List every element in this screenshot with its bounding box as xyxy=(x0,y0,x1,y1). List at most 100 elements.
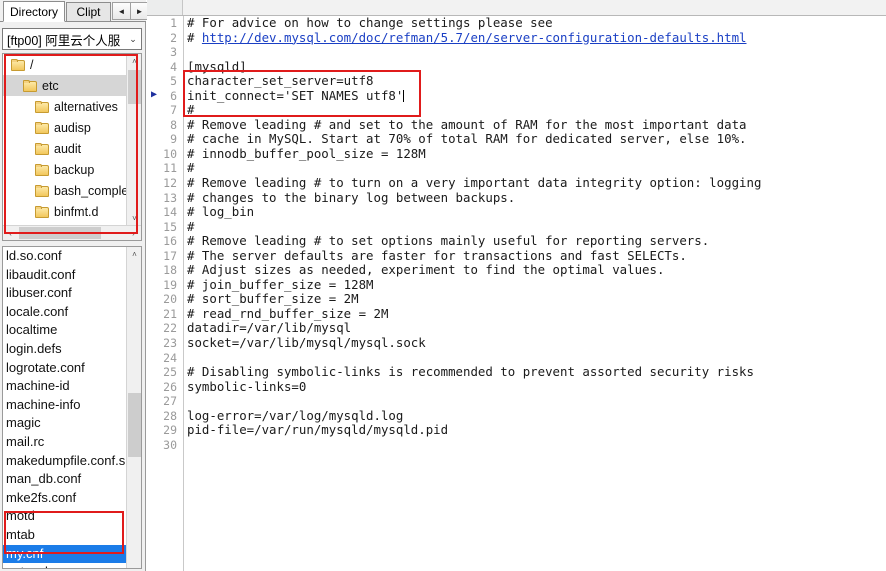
file-list-panel[interactable]: ld.so.conf libaudit.conf libuser.conf local… xyxy=(2,246,142,569)
code-line[interactable]: 2 # http://dev.mysql.com/doc/refman/5.7/e… xyxy=(147,29,886,46)
directory-tree-vertical-scrollbar[interactable]: ˄ ˅ xyxy=(126,54,141,226)
file-list-item[interactable]: magic xyxy=(3,414,127,433)
code-line-text: character_set_server=utf8 xyxy=(187,73,374,89)
file-list-item[interactable]: mtab xyxy=(3,526,127,545)
tree-item[interactable]: backup xyxy=(3,159,127,180)
code-line[interactable]: 1 # For advice on how to change settings … xyxy=(147,16,886,31)
code-line-text: socket=/var/lib/mysql/mysql.sock xyxy=(187,335,426,351)
code-line-text: # cache in MySQL. Start at 70% of total … xyxy=(187,131,747,147)
tree-item[interactable]: etc xyxy=(3,75,127,96)
code-line[interactable]: 19 # join_buffer_size = 128M xyxy=(147,277,886,293)
code-hyperlink[interactable]: http://dev.mysql.com/doc/refman/5.7/en/s… xyxy=(202,30,747,45)
code-line[interactable]: 9 # cache in MySQL. Start at 70% of total… xyxy=(147,132,886,147)
code-line[interactable]: 22 datadir=/var/lib/mysql xyxy=(147,321,886,336)
code-line[interactable]: 5 character_set_server=utf8 xyxy=(147,74,886,89)
code-line[interactable]: 21 # read_rnd_buffer_size = 2M xyxy=(147,305,886,322)
code-line[interactable]: 30 xyxy=(147,438,886,453)
code-line-text: # read_rnd_buffer_size = 2M xyxy=(187,305,389,321)
code-line[interactable]: 12 # Remove leading # to turn on a very i… xyxy=(147,175,886,191)
tree-item-label: backup xyxy=(54,162,95,177)
code-line-text: init_connect='SET NAMES utf8' xyxy=(187,87,404,103)
site-selector-combobox[interactable]: [ftp00] 阿里云个人服 ⌄ xyxy=(2,28,142,50)
directory-tree-list[interactable]: / etc alternatives audisp audit backup bash_co… xyxy=(3,54,127,226)
file-list-item[interactable]: libaudit.conf xyxy=(3,266,127,285)
scroll-up-icon[interactable]: ˄ xyxy=(127,54,141,69)
file-list-item[interactable]: logrotate.conf xyxy=(3,359,127,378)
file-list-item[interactable]: networks xyxy=(3,563,127,568)
code-lines[interactable]: 1 # For advice on how to change settings … xyxy=(147,16,886,452)
code-line[interactable]: 14 # log_bin xyxy=(147,205,886,220)
code-line[interactable]: 7 # xyxy=(147,103,886,118)
folder-icon xyxy=(11,58,26,71)
tree-item[interactable]: bash_comple xyxy=(3,180,127,201)
code-line[interactable]: 23 socket=/var/lib/mysql/mysql.sock xyxy=(147,335,886,351)
file-list-item[interactable]: login.defs xyxy=(3,340,127,359)
file-list-item[interactable]: ld.so.conf xyxy=(3,247,127,266)
code-line-text: # For advice on how to change settings p… xyxy=(187,16,553,30)
left-panel: Directory Clipt ◄ ► [ftp00] 阿里云个人服 ⌄ / et… xyxy=(0,0,149,571)
file-list-item[interactable]: machine-id xyxy=(3,377,127,396)
file-list-item[interactable]: libuser.conf xyxy=(3,284,127,303)
file-list-item[interactable]: machine-info xyxy=(3,396,127,415)
file-list[interactable]: ld.so.conf libaudit.conf libuser.conf local… xyxy=(3,247,127,568)
directory-tree-hscroll-thumb[interactable] xyxy=(19,227,101,239)
code-line[interactable]: 4 [mysqld] xyxy=(147,59,886,75)
code-line[interactable]: 8 # Remove leading # and set to the amoun… xyxy=(147,117,886,133)
tree-item[interactable]: binfmt.d xyxy=(3,201,127,222)
tab-scroll-left-button[interactable]: ◄ xyxy=(112,2,131,20)
code-line[interactable]: 10 # innodb_buffer_pool_size = 128M xyxy=(147,146,886,162)
line-number: 6 xyxy=(170,88,177,103)
tree-item[interactable]: alternatives xyxy=(3,96,127,117)
scroll-right-icon[interactable]: › xyxy=(126,226,141,240)
directory-tree-panel[interactable]: / etc alternatives audisp audit backup bash_co… xyxy=(2,53,142,241)
directory-tree-scroll-thumb[interactable] xyxy=(128,70,141,104)
line-number: 1 xyxy=(170,16,177,30)
file-list-item[interactable]: mail.rc xyxy=(3,433,127,452)
ruler-ticks: ----+----1----+----2----+----3----+----4… xyxy=(184,0,886,15)
code-line-text: # http://dev.mysql.com/doc/refman/5.7/en… xyxy=(187,29,747,45)
code-line[interactable]: 29 pid-file=/var/run/mysqld/mysqld.pid xyxy=(147,423,886,438)
file-list-scroll-thumb[interactable] xyxy=(128,393,141,457)
code-line[interactable]: ▶ 6 init_connect='SET NAMES utf8' xyxy=(147,87,886,104)
file-list-item[interactable]: mke2fs.conf xyxy=(3,489,127,508)
folder-icon xyxy=(23,79,38,92)
code-line[interactable]: 13 # changes to the binary log between ba… xyxy=(147,190,886,206)
code-line[interactable]: 25 # Disabling symbolic-links is recommen… xyxy=(147,365,886,380)
code-line[interactable]: 20 # sort_buffer_size = 2M xyxy=(147,292,886,307)
tab-clipboard[interactable]: Clipt xyxy=(66,2,111,22)
file-list-item[interactable]: locale.conf xyxy=(3,303,127,322)
code-line[interactable]: 11 # xyxy=(147,161,886,176)
file-list-item[interactable]: localtime xyxy=(3,321,127,340)
file-list-item[interactable]: motd xyxy=(3,507,127,526)
code-line[interactable]: 17 # The server defaults are faster for t… xyxy=(147,248,886,264)
code-line[interactable]: 27 xyxy=(147,394,886,409)
scroll-left-icon[interactable]: ‹ xyxy=(3,226,18,240)
code-line[interactable]: 26 symbolic-links=0 xyxy=(147,379,886,395)
tab-directory[interactable]: Directory xyxy=(3,1,65,22)
code-area[interactable]: 1 # For advice on how to change settings … xyxy=(147,16,886,571)
code-line-text: # xyxy=(187,160,195,176)
text-editor[interactable]: ----+----1----+----2----+----3----+----4… xyxy=(147,0,886,571)
file-list-item[interactable]: my.cnf xyxy=(3,544,127,564)
line-number: 15 xyxy=(163,219,177,234)
tab-clipboard-label: Clipt xyxy=(76,5,101,19)
scroll-down-icon[interactable]: ˅ xyxy=(127,211,141,226)
tree-item[interactable]: audit xyxy=(3,138,127,159)
tree-item[interactable]: audisp xyxy=(3,117,127,138)
code-line[interactable]: 15 # xyxy=(147,219,886,235)
code-line[interactable]: 16 # Remove leading # to set options main… xyxy=(147,234,886,249)
file-list-item[interactable]: makedumpfile.conf.s xyxy=(3,452,127,471)
code-line-text: log-error=/var/log/mysqld.log xyxy=(187,407,404,423)
line-number: 23 xyxy=(163,336,177,351)
code-line[interactable]: 3 xyxy=(147,45,886,60)
line-number: 25 xyxy=(163,365,177,380)
scroll-up-icon[interactable]: ˄ xyxy=(127,247,141,262)
code-line[interactable]: 24 xyxy=(147,351,886,366)
tree-item[interactable]: / xyxy=(3,54,127,75)
code-line[interactable]: 18 # Adjust sizes as needed, experiment t… xyxy=(147,263,886,278)
code-line[interactable]: 28 log-error=/var/log/mysqld.log xyxy=(147,407,886,424)
column-ruler: ----+----1----+----2----+----3----+----4… xyxy=(147,0,886,16)
directory-tree-horizontal-scrollbar[interactable]: ‹ › xyxy=(3,225,141,240)
file-list-item[interactable]: man_db.conf xyxy=(3,470,127,489)
file-list-vertical-scrollbar[interactable]: ˄ xyxy=(126,247,141,568)
